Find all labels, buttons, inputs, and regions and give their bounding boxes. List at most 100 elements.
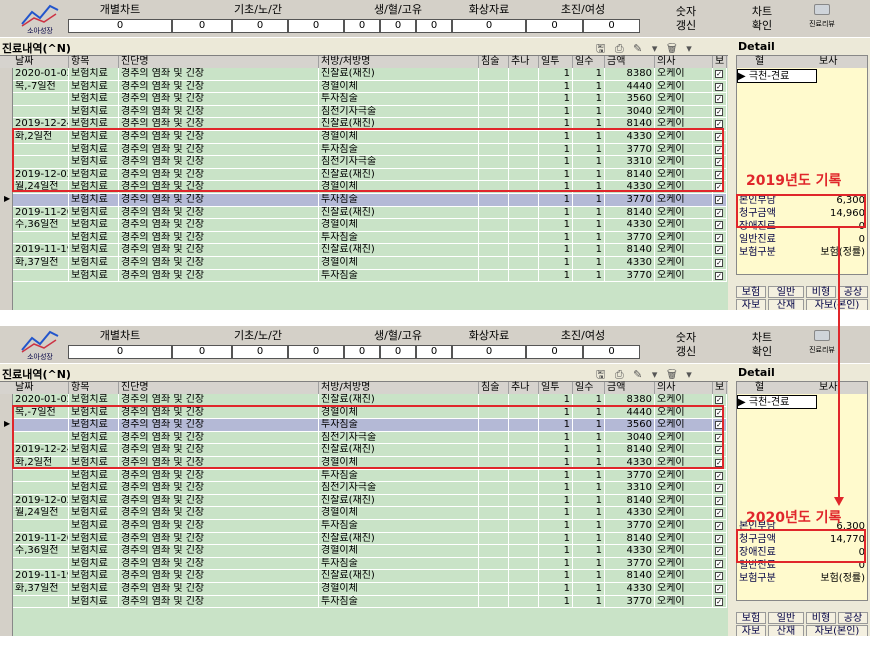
insurance-checkbox-cell[interactable]: ✓ [713, 595, 727, 609]
insurance-type-button[interactable]: 자보(본인) [806, 625, 868, 636]
insurance-checkbox-cell[interactable]: ✓ [713, 545, 727, 558]
insurance-checkbox-cell[interactable]: ✓ [713, 168, 727, 182]
table-row[interactable]: 화,2일전 보험치료 경추의 염좌 및 긴장 경혈이체 1 1 4330 오케이 ✓ [0, 456, 728, 470]
insurance-type-button[interactable]: 비형 [806, 612, 836, 624]
checkbox[interactable]: ✓ [715, 496, 723, 505]
growth-logo-button[interactable]: 소아성장 [18, 2, 62, 36]
checkbox[interactable]: ✓ [715, 246, 723, 255]
insurance-checkbox-cell[interactable]: ✓ [713, 105, 727, 119]
insurance-checkbox-cell[interactable]: ✓ [713, 582, 727, 596]
table-row[interactable]: 목,-7일전 보험치료 경추의 염좌 및 긴장 경혈이체 1 1 4440 오케이 ✓ [0, 406, 728, 420]
insurance-type-button[interactable]: 비형 [806, 286, 836, 298]
checkbox[interactable]: ✓ [715, 521, 723, 530]
table-row[interactable]: 2020-01-02 보험치료 경추의 염좌 및 긴장 진찰료(재진) 1 1 8380 오케… [0, 68, 728, 81]
checkbox[interactable]: ✓ [715, 584, 723, 593]
table-row[interactable]: 2020-01-02 보험치료 경추의 염좌 및 긴장 진찰료(재진) 1 1 8380 오케… [0, 394, 728, 407]
column-header[interactable]: 일수 [573, 382, 605, 394]
checkbox[interactable]: ✓ [715, 597, 723, 606]
table-row[interactable]: 보험치료 경추의 염좌 및 긴장 투자침술 1 1 3770 오케이 ✓ [0, 143, 728, 157]
checkbox[interactable]: ✓ [715, 559, 723, 568]
table-row[interactable]: 보험치료 경추의 염좌 및 긴장 투자침술 1 1 3560 오케이 ✓ [0, 93, 728, 106]
grid-tools-icons[interactable]: 🖫 ⎙ ✎ ▾ 🗑 ▾ [596, 366, 695, 381]
checkbox[interactable]: ✓ [715, 458, 723, 467]
insurance-type-button[interactable]: 자보 [736, 625, 766, 636]
insurance-checkbox-cell[interactable]: ✓ [713, 219, 727, 232]
insurance-checkbox-cell[interactable]: ✓ [713, 570, 727, 583]
insurance-type-button[interactable]: 산재 [768, 625, 804, 636]
insurance-checkbox-cell[interactable]: ✓ [713, 557, 727, 571]
table-row[interactable]: 수,36일전 보험치료 경추의 염좌 및 긴장 경혈이체 1 1 4330 오케이 ✓ [0, 545, 728, 558]
insurance-checkbox-cell[interactable]: ✓ [713, 118, 727, 131]
column-header[interactable]: 처방/처방명 [319, 382, 479, 394]
insurance-checkbox-cell[interactable]: ✓ [713, 156, 727, 169]
table-row[interactable]: 보험치료 경추의 염좌 및 긴장 투자침술 1 1 3770 오케이 ✓ [0, 469, 728, 483]
table-row[interactable]: 보험치료 경추의 염좌 및 긴장 투자침술 1 1 3770 오케이 ✓ [0, 595, 728, 609]
checkbox[interactable]: ✓ [715, 471, 723, 480]
table-row[interactable]: 화,37일전 보험치료 경추의 염좌 및 긴장 경혈이체 1 1 4330 오케이 ✓ [0, 582, 728, 596]
column-header[interactable]: 금액 [605, 56, 655, 68]
column-header[interactable]: 항목 [69, 56, 119, 68]
insurance-checkbox-cell[interactable]: ✓ [713, 68, 727, 81]
insurance-type-button[interactable]: 일반 [768, 612, 804, 624]
column-header[interactable]: 진단명 [119, 382, 319, 394]
checkbox[interactable]: ✓ [715, 534, 723, 543]
insurance-checkbox-cell[interactable]: ✓ [713, 532, 727, 546]
checkbox[interactable]: ✓ [715, 107, 723, 116]
column-header[interactable]: 날짜 [13, 56, 69, 68]
checkbox[interactable]: ✓ [715, 408, 723, 417]
insurance-checkbox-cell[interactable]: ✓ [713, 130, 727, 144]
column-header[interactable]: 일수 [573, 56, 605, 68]
column-header[interactable]: 의사 [655, 56, 713, 68]
column-header[interactable]: 진단명 [119, 56, 319, 68]
insurance-type-button[interactable]: 자보 [736, 299, 766, 310]
column-header[interactable]: 일투 [539, 56, 573, 68]
column-header[interactable]: 금액 [605, 382, 655, 394]
table-row[interactable]: 보험치료 경추의 염좌 및 긴장 침전기자극술 1 1 3310 오케이 ✓ [0, 156, 728, 169]
checkbox[interactable]: ✓ [715, 421, 723, 430]
column-header[interactable]: 보 [713, 382, 727, 394]
table-row[interactable]: 보험치료 경추의 염좌 및 긴장 침전기자극술 1 1 3040 오케이 ✓ [0, 431, 728, 445]
insurance-checkbox-cell[interactable]: ✓ [713, 507, 727, 520]
insurance-checkbox-cell[interactable]: ✓ [713, 444, 727, 457]
checkbox[interactable]: ✓ [715, 233, 723, 242]
insurance-checkbox-cell[interactable]: ✓ [713, 193, 727, 207]
insurance-checkbox-cell[interactable]: ✓ [713, 394, 727, 407]
growth-logo-button[interactable]: 소아성장 [18, 328, 62, 362]
table-row[interactable]: 2019-12-24 보험치료 경추의 염좌 및 긴장 진찰료(재진) 1 1 8140 오케… [0, 118, 728, 131]
chart-confirm-button[interactable]: 차트 확인 [742, 2, 782, 36]
table-row[interactable]: 화,2일전 보험치료 경추의 염좌 및 긴장 경혈이체 1 1 4330 오케이 ✓ [0, 130, 728, 144]
table-row[interactable]: 보험치료 경추의 염좌 및 긴장 투자침술 1 1 3770 오케이 ✓ [0, 269, 728, 283]
table-row[interactable]: 2019-12-02 보험치료 경추의 염좌 및 긴장 진찰료(재진) 1 1 8140 오케… [0, 168, 728, 182]
checkbox[interactable]: ✓ [715, 183, 723, 192]
table-row[interactable]: 보험치료 경추의 염좌 및 긴장 투자침술 1 1 3770 오케이 ✓ [0, 231, 728, 245]
column-header[interactable]: 침술 [479, 56, 509, 68]
checkbox[interactable]: ✓ [715, 433, 723, 442]
checkbox[interactable]: ✓ [715, 572, 723, 581]
insurance-type-button[interactable]: 보험 [736, 612, 766, 624]
checkbox[interactable]: ✓ [715, 132, 723, 141]
checkbox[interactable]: ✓ [715, 95, 723, 104]
insurance-checkbox-cell[interactable]: ✓ [713, 519, 727, 533]
insurance-checkbox-cell[interactable]: ✓ [713, 80, 727, 94]
checkbox[interactable]: ✓ [715, 258, 723, 267]
column-header[interactable]: 추나 [509, 56, 539, 68]
checkbox[interactable]: ✓ [715, 547, 723, 556]
table-row[interactable]: 월,24일전 보험치료 경추의 염좌 및 긴장 경혈이체 1 1 4330 오케이 ✓ [0, 507, 728, 520]
table-row[interactable]: 2019-11-20 보험치료 경추의 염좌 및 긴장 진찰료(재진) 1 1 8140 오케… [0, 532, 728, 546]
column-header[interactable]: 추나 [509, 382, 539, 394]
insurance-type-button[interactable]: 공상 [838, 612, 868, 624]
insurance-checkbox-cell[interactable]: ✓ [713, 494, 727, 508]
checkbox[interactable]: ✓ [715, 484, 723, 493]
insurance-checkbox-cell[interactable]: ✓ [713, 256, 727, 270]
insurance-checkbox-cell[interactable]: ✓ [713, 143, 727, 157]
insurance-type-button[interactable]: 산재 [768, 299, 804, 310]
column-header[interactable]: 침술 [479, 382, 509, 394]
table-row[interactable]: 수,36일전 보험치료 경추의 염좌 및 긴장 경혈이체 1 1 4330 오케이 ✓ [0, 219, 728, 232]
table-row[interactable]: 목,-7일전 보험치료 경추의 염좌 및 긴장 경혈이체 1 1 4440 오케이 ✓ [0, 80, 728, 94]
table-row[interactable]: 2019-11-20 보험치료 경추의 염좌 및 긴장 진찰료(재진) 1 1 8140 오케… [0, 206, 728, 220]
chart-confirm-button[interactable]: 차트 확인 [742, 328, 782, 362]
table-row[interactable]: 월,24일전 보험치료 경추의 염좌 및 긴장 경혈이체 1 1 4330 오케이 ✓ [0, 181, 728, 194]
refresh-numbers-button[interactable]: 숫자 갱신 [662, 328, 710, 362]
table-row[interactable]: 보험치료 경추의 염좌 및 긴장 침전기자극술 1 1 3040 오케이 ✓ [0, 105, 728, 119]
table-row[interactable]: 보험치료 경추의 염좌 및 긴장 투자침술 1 1 3560 오케이 ✓ [0, 419, 728, 432]
